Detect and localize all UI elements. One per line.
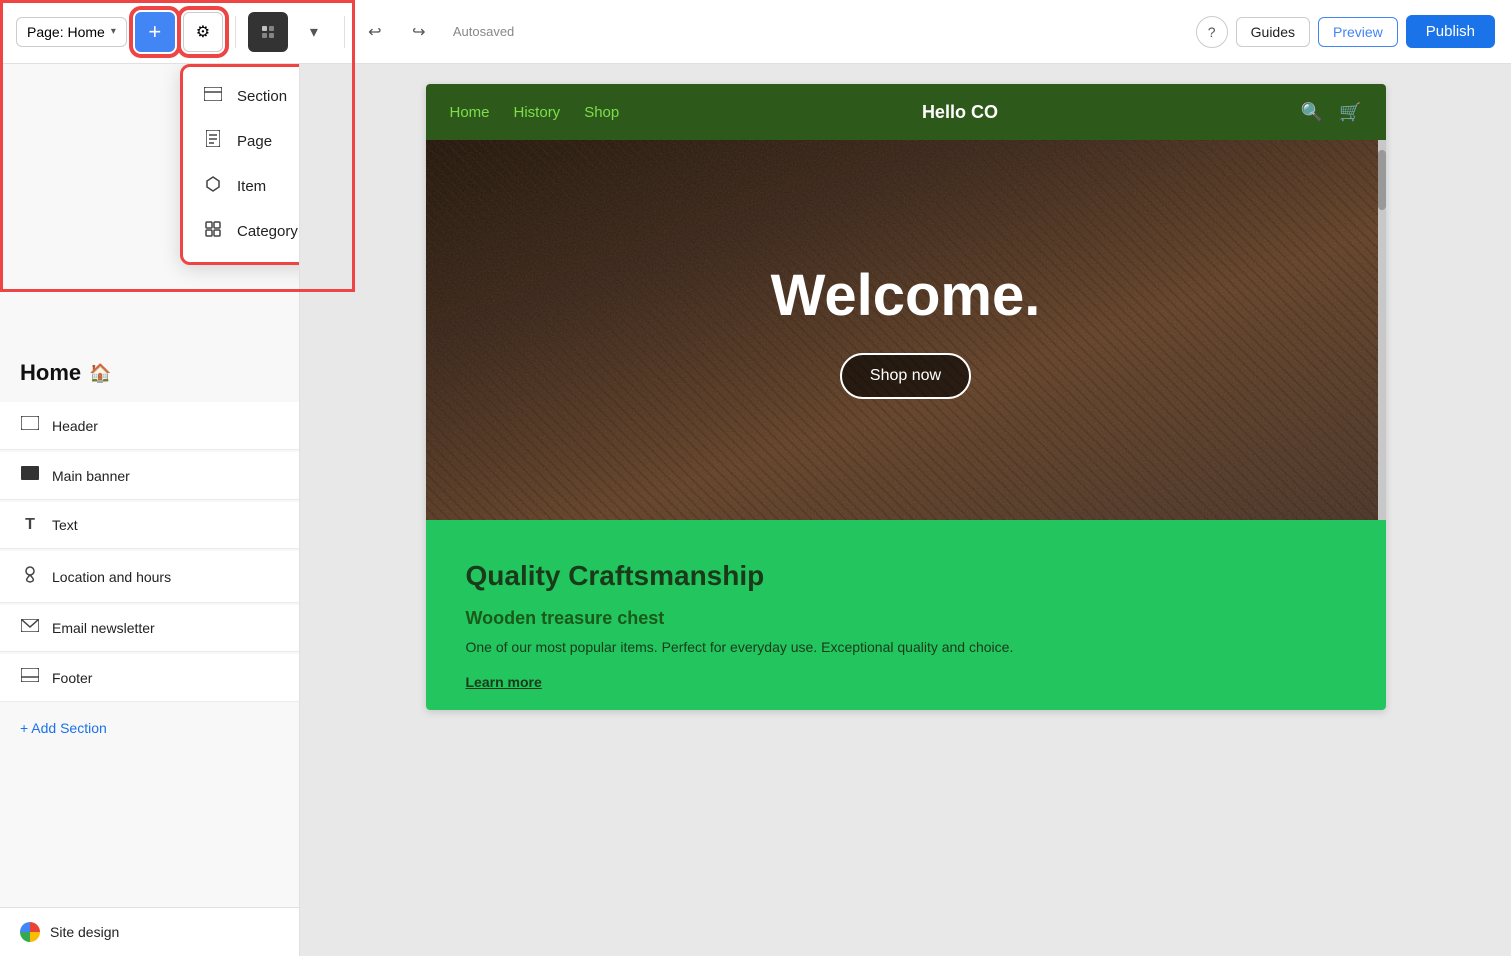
undo-button[interactable]: ↩ (357, 14, 393, 50)
main-layout: Section Page Item Category (0, 64, 1511, 956)
sidebar-item-footer[interactable]: Footer (0, 654, 299, 702)
nav-link-home[interactable]: Home (450, 104, 490, 121)
nav-links: Home History Shop (450, 104, 620, 121)
dropdown-item-item[interactable]: Item (183, 164, 300, 209)
separator (235, 16, 236, 48)
chevron-down-icon: ▾ (111, 26, 116, 37)
sidebar-spacer (0, 752, 299, 907)
add-section-button[interactable]: + Add Section (0, 704, 299, 752)
hero-content: Welcome. Shop now (771, 262, 1041, 399)
main-banner-label: Main banner (52, 468, 130, 484)
site-design-label: Site design (50, 924, 119, 940)
green-section: Quality Craftsmanship Wooden treasure ch… (426, 520, 1386, 710)
dropdown-section-label: Section (237, 88, 287, 105)
guides-label: Guides (1251, 24, 1295, 40)
text-label: Text (52, 517, 78, 533)
page-icon (203, 130, 223, 152)
sidebar-item-email[interactable]: Email newsletter (0, 605, 299, 652)
sidebar-item-header[interactable]: Header (0, 402, 299, 450)
canvas-area[interactable]: Home History Shop Hello CO 🔍 🛒 (300, 64, 1511, 956)
add-section-label: + Add Section (20, 720, 107, 736)
shop-now-button[interactable]: Shop now (840, 353, 971, 399)
publish-button[interactable]: Publish (1406, 15, 1495, 48)
site-design-icon (20, 922, 40, 942)
product-description: One of our most popular items. Perfect f… (466, 637, 1346, 658)
page-selector[interactable]: Page: Home ▾ (16, 17, 127, 47)
dropdown-arrow-button[interactable]: ▾ (296, 14, 332, 50)
canvas-wrapper: Home History Shop Hello CO 🔍 🛒 (426, 84, 1386, 710)
preview-button[interactable]: Preview (1318, 17, 1398, 47)
theme-color-button[interactable] (248, 12, 288, 52)
add-dropdown: Section Page Item Category (180, 64, 300, 265)
guides-button[interactable]: Guides (1236, 17, 1310, 47)
product-title: Wooden treasure chest (466, 608, 1346, 629)
email-icon (20, 619, 40, 637)
category-icon (203, 221, 223, 242)
cart-icon[interactable]: 🛒 (1339, 102, 1361, 123)
toolbar-right: ? Guides Preview Publish (1196, 15, 1495, 48)
nav-brand: Hello CO (922, 102, 998, 123)
add-button[interactable]: + (135, 12, 175, 52)
site-nav: Home History Shop Hello CO 🔍 🛒 (426, 84, 1386, 140)
scrollbar-thumb[interactable] (1378, 150, 1386, 210)
dropdown-item-section[interactable]: Section (183, 75, 300, 118)
undo-icon: ↩ (368, 22, 381, 42)
publish-label: Publish (1426, 23, 1475, 40)
redo-icon: ↪ (412, 22, 425, 42)
banner-icon (20, 466, 40, 485)
learn-more-link[interactable]: Learn more (466, 674, 1346, 690)
shop-now-label: Shop now (870, 367, 941, 384)
help-button[interactable]: ? (1196, 16, 1228, 48)
home-title-text: Home (20, 360, 81, 386)
sidebar: Section Page Item Category (0, 64, 300, 956)
sidebar-items: Header Main banner T Text Location and h… (0, 402, 299, 704)
craftsmanship-title: Quality Craftsmanship (466, 560, 1346, 592)
dropdown-category-label: Category (237, 223, 298, 240)
sidebar-title: Home 🏠 (0, 344, 299, 402)
hero-title: Welcome. (771, 262, 1041, 329)
sidebar-item-location[interactable]: Location and hours (0, 551, 299, 603)
item-icon (203, 176, 223, 197)
section-icon (203, 87, 223, 106)
preview-label: Preview (1333, 24, 1383, 40)
toolbar: Page: Home ▾ + ⚙ ▾ ↩ ↪ (0, 0, 1511, 64)
nav-icons: 🔍 🛒 (1301, 102, 1362, 123)
autosaved-status: Autosaved (453, 24, 514, 39)
home-icon: 🏠 (89, 363, 111, 384)
separator-2 (344, 16, 345, 48)
dropdown-item-page[interactable]: Page (183, 118, 300, 164)
text-icon: T (20, 516, 40, 534)
palette-icon (260, 24, 276, 40)
header-label: Header (52, 418, 98, 434)
search-icon[interactable]: 🔍 (1301, 102, 1323, 123)
page-selector-label: Page: Home (27, 24, 105, 40)
location-label: Location and hours (52, 569, 171, 585)
scrollbar-track[interactable] (1378, 140, 1386, 520)
redo-button[interactable]: ↪ (401, 14, 437, 50)
settings-button[interactable]: ⚙ (183, 12, 223, 52)
footer-label: Footer (52, 670, 92, 686)
header-icon (20, 416, 40, 435)
sidebar-item-main-banner[interactable]: Main banner (0, 452, 299, 500)
dropdown-item-label: Item (237, 178, 266, 195)
nav-link-shop[interactable]: Shop (584, 104, 619, 121)
help-icon: ? (1208, 24, 1216, 40)
dropdown-page-label: Page (237, 133, 272, 150)
nav-link-history[interactable]: History (514, 104, 561, 121)
sidebar-item-text[interactable]: T Text (0, 502, 299, 549)
hero-section: Welcome. Shop now (426, 140, 1386, 520)
toolbar-left: Page: Home ▾ + ⚙ ▾ ↩ ↪ (16, 12, 514, 52)
sidebar-footer-site-design[interactable]: Site design (0, 907, 299, 956)
footer-icon (20, 668, 40, 687)
dropdown-item-category[interactable]: Category (183, 209, 300, 254)
email-label: Email newsletter (52, 620, 155, 636)
location-icon (20, 565, 40, 588)
